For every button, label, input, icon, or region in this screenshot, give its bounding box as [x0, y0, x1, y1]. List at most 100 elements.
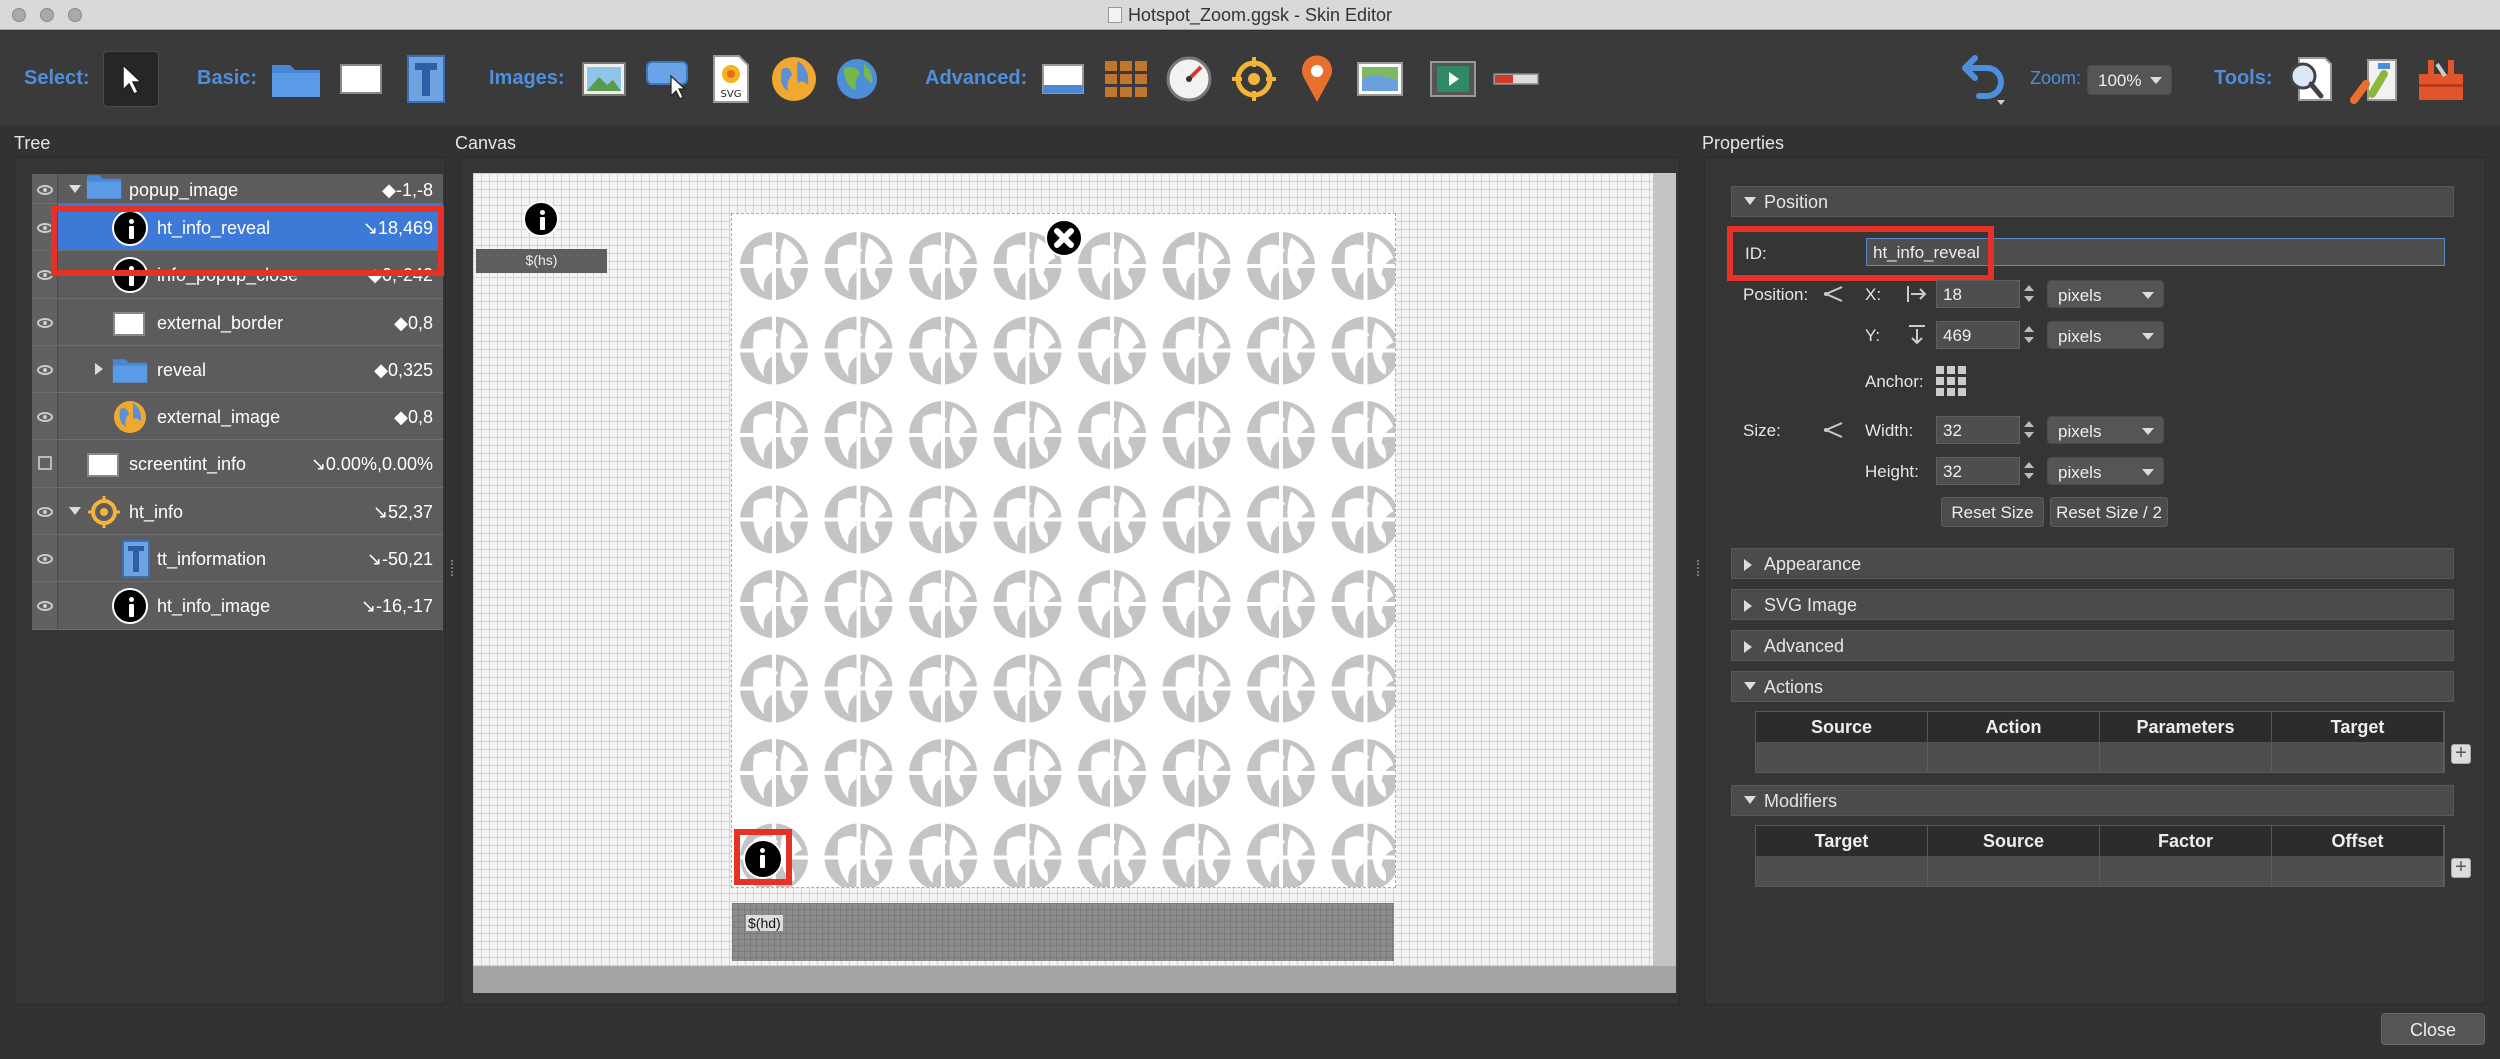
add-compass-button[interactable] [1161, 51, 1217, 107]
reset-size-button[interactable]: Reset Size [1941, 497, 2044, 527]
tree-row[interactable]: ht_info ↘52,37 [32, 487, 443, 536]
add-container-button[interactable] [268, 51, 324, 107]
add-modifier-button[interactable]: + [2451, 857, 2471, 878]
search-tool-button[interactable] [2283, 51, 2339, 107]
cloner-grid-icon [1105, 61, 1147, 97]
tree-row[interactable]: ht_info_image ↘-16,-17 [32, 582, 443, 630]
column-header[interactable]: Source [1756, 712, 1928, 742]
chevron-down-icon [2150, 77, 2162, 84]
close-popup-icon[interactable] [1045, 219, 1083, 257]
expand-triangle-icon[interactable] [69, 185, 81, 193]
add-image-button[interactable] [576, 51, 632, 107]
canvas-area[interactable]: $(hs) $(hd) [473, 173, 1676, 993]
hs-label-bar[interactable]: $(hs) [476, 249, 607, 273]
undo-button[interactable] [1958, 51, 2014, 107]
link-icon[interactable] [1824, 420, 1846, 440]
add-hotspot-button[interactable] [1226, 51, 1282, 107]
expand-triangle-icon[interactable] [95, 362, 103, 375]
theme-tool-button[interactable] [2348, 51, 2404, 107]
globe-tile [1329, 399, 1395, 471]
height-spinner[interactable] [2022, 457, 2036, 485]
column-header[interactable]: Action [1928, 712, 2100, 742]
eye-icon[interactable] [32, 535, 58, 582]
column-header[interactable]: Target [2272, 712, 2444, 742]
hd-label-bar[interactable]: $(hd) [732, 903, 1394, 961]
add-rectangle-button[interactable] [333, 51, 389, 107]
tree-row[interactable]: screentint_info ↘0.00%,0.00% [32, 440, 443, 488]
column-header[interactable]: Source [1928, 826, 2100, 856]
globe-tile [1329, 821, 1395, 887]
modifiers-table[interactable]: Target Source Factor Offset [1755, 825, 2445, 887]
section-modifiers[interactable]: Modifiers [1731, 785, 2454, 816]
table-row[interactable] [1756, 742, 2444, 772]
add-svg-button[interactable]: SVG [703, 51, 759, 107]
add-progress-bar-button[interactable] [1488, 51, 1544, 107]
tree-row[interactable]: external_image ◆0,8 [32, 393, 443, 441]
column-header[interactable]: Parameters [2100, 712, 2272, 742]
visibility-checkbox[interactable] [32, 440, 58, 487]
y-input[interactable]: 469 [1936, 321, 2020, 349]
globe-tile [907, 568, 979, 640]
eye-icon[interactable] [32, 393, 58, 440]
add-cloner-button[interactable] [1098, 51, 1154, 107]
x-spinner[interactable] [2022, 280, 2036, 308]
tree-row[interactable]: popup_image ◆-1,-8 [32, 174, 443, 204]
section-position[interactable]: Position [1731, 186, 2454, 217]
y-spinner[interactable] [2022, 321, 2036, 349]
add-map-globe-button[interactable] [829, 51, 885, 107]
tree-row[interactable]: tt_information ↘-50,21 [32, 535, 443, 583]
ht-info-hotspot-icon[interactable] [523, 201, 559, 237]
select-tool-button[interactable] [103, 51, 159, 107]
globe-tile [740, 399, 810, 471]
add-action-button[interactable]: + [2451, 743, 2471, 764]
section-advanced[interactable]: Advanced [1731, 630, 2454, 661]
width-input[interactable]: 32 [1936, 416, 2020, 444]
add-video-frame-button[interactable] [1035, 51, 1091, 107]
section-appearance[interactable]: Appearance [1731, 548, 2454, 579]
expand-triangle-icon[interactable] [69, 506, 81, 515]
settings-tool-button[interactable] [2413, 51, 2469, 107]
eye-icon[interactable] [32, 298, 58, 345]
eye-icon[interactable] [32, 582, 58, 629]
add-map-pin-button[interactable] [1289, 51, 1345, 107]
x-unit-select[interactable]: pixels [2047, 280, 2164, 308]
splitter-handle[interactable] [451, 560, 455, 576]
globe-tile [1245, 568, 1317, 640]
anchor-grid-icon[interactable] [1936, 366, 1966, 396]
height-input[interactable]: 32 [1936, 457, 2020, 485]
add-video-button[interactable] [1425, 51, 1481, 107]
close-button[interactable]: Close [2381, 1013, 2485, 1045]
column-header[interactable]: Offset [2272, 826, 2444, 856]
globe-grid [740, 232, 1395, 887]
add-button-image-button[interactable] [640, 51, 696, 107]
section-svg-image[interactable]: SVG Image [1731, 589, 2454, 620]
tree-row[interactable]: reveal ◆0,325 [32, 345, 443, 394]
table-row[interactable] [1756, 856, 2444, 886]
column-header[interactable]: Target [1756, 826, 1928, 856]
add-map-button[interactable] [1352, 51, 1408, 107]
zoom-select[interactable]: 100% [2087, 65, 2172, 95]
column-header[interactable]: Factor [2100, 826, 2272, 856]
width-spinner[interactable] [2022, 416, 2036, 444]
eye-icon[interactable] [32, 487, 58, 535]
tree-row[interactable]: external_border ◆0,8 [32, 298, 443, 346]
globe-tile [991, 399, 1064, 471]
link-icon[interactable] [1824, 284, 1846, 304]
eye-icon[interactable] [32, 174, 58, 203]
popup-image[interactable] [731, 213, 1396, 888]
globe-tile [1076, 232, 1148, 302]
height-unit-select[interactable]: pixels [2047, 457, 2164, 485]
reset-size-half-button[interactable]: Reset Size / 2 [2050, 497, 2168, 527]
y-unit-select[interactable]: pixels [2047, 321, 2164, 349]
x-input[interactable]: 18 [1936, 280, 2020, 308]
width-unit-select[interactable]: pixels [2047, 416, 2164, 444]
eye-icon[interactable] [32, 345, 58, 393]
tree-row-name: external_border [157, 312, 284, 333]
splitter-handle[interactable] [1697, 560, 1701, 576]
section-actions[interactable]: Actions [1731, 671, 2454, 702]
add-panorama-button[interactable] [766, 51, 822, 107]
tree-row-value: ◆0,325 [374, 359, 433, 380]
add-text-button[interactable] [398, 51, 454, 107]
actions-table[interactable]: Source Action Parameters Target [1755, 711, 2445, 773]
globe-tile [740, 568, 810, 640]
